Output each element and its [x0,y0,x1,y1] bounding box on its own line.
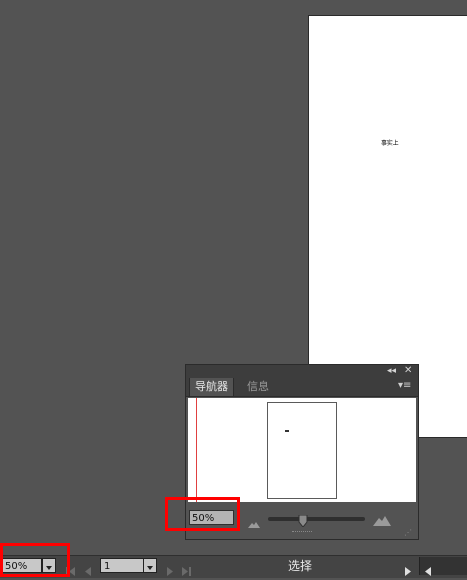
panel-titlebar[interactable]: ◂◂ ✕ [186,365,418,378]
next-page-icon[interactable] [166,561,174,580]
scroll-left-icon[interactable] [424,561,432,580]
tab-navigator[interactable]: 导航器 [189,378,234,396]
proxy-view-edge[interactable] [196,398,197,502]
navigator-preview[interactable] [188,398,416,502]
zoom-out-icon[interactable] [248,513,260,532]
highlight-box-status-zoom [0,543,70,577]
resize-grip-icon[interactable]: ⋰ [404,528,412,537]
status-tool-label[interactable]: 选择 [200,556,400,576]
panel-menu-icon[interactable]: ▾≡ [398,380,411,392]
artboard-text: 事实上 [381,140,399,147]
page-dropdown-button[interactable] [143,558,157,573]
close-icon[interactable]: ✕ [404,365,412,377]
previous-page-icon[interactable] [84,561,92,580]
zoom-slider-thumb[interactable] [298,512,308,531]
horizontal-scrollbar[interactable] [419,557,467,576]
panel-tab-row: 导航器 信息 ▾≡ [186,378,418,397]
chevron-down-icon [147,566,153,570]
thumbnail-text-mark [285,430,289,432]
zoom-in-icon[interactable] [373,511,391,530]
status-bar: 50% 1 选择 [0,555,467,578]
zoom-slider-track[interactable] [268,517,365,521]
highlight-box-navigator-zoom [165,497,240,531]
page-number-input[interactable]: 1 [100,558,144,573]
tab-info[interactable]: 信息 [242,378,274,396]
collapse-panel-icon[interactable]: ◂◂ [387,366,396,377]
thumbnail-page [267,402,337,499]
dock-handle[interactable] [292,531,312,534]
status-menu-arrow-icon[interactable] [404,561,412,580]
last-page-icon[interactable] [181,561,191,580]
